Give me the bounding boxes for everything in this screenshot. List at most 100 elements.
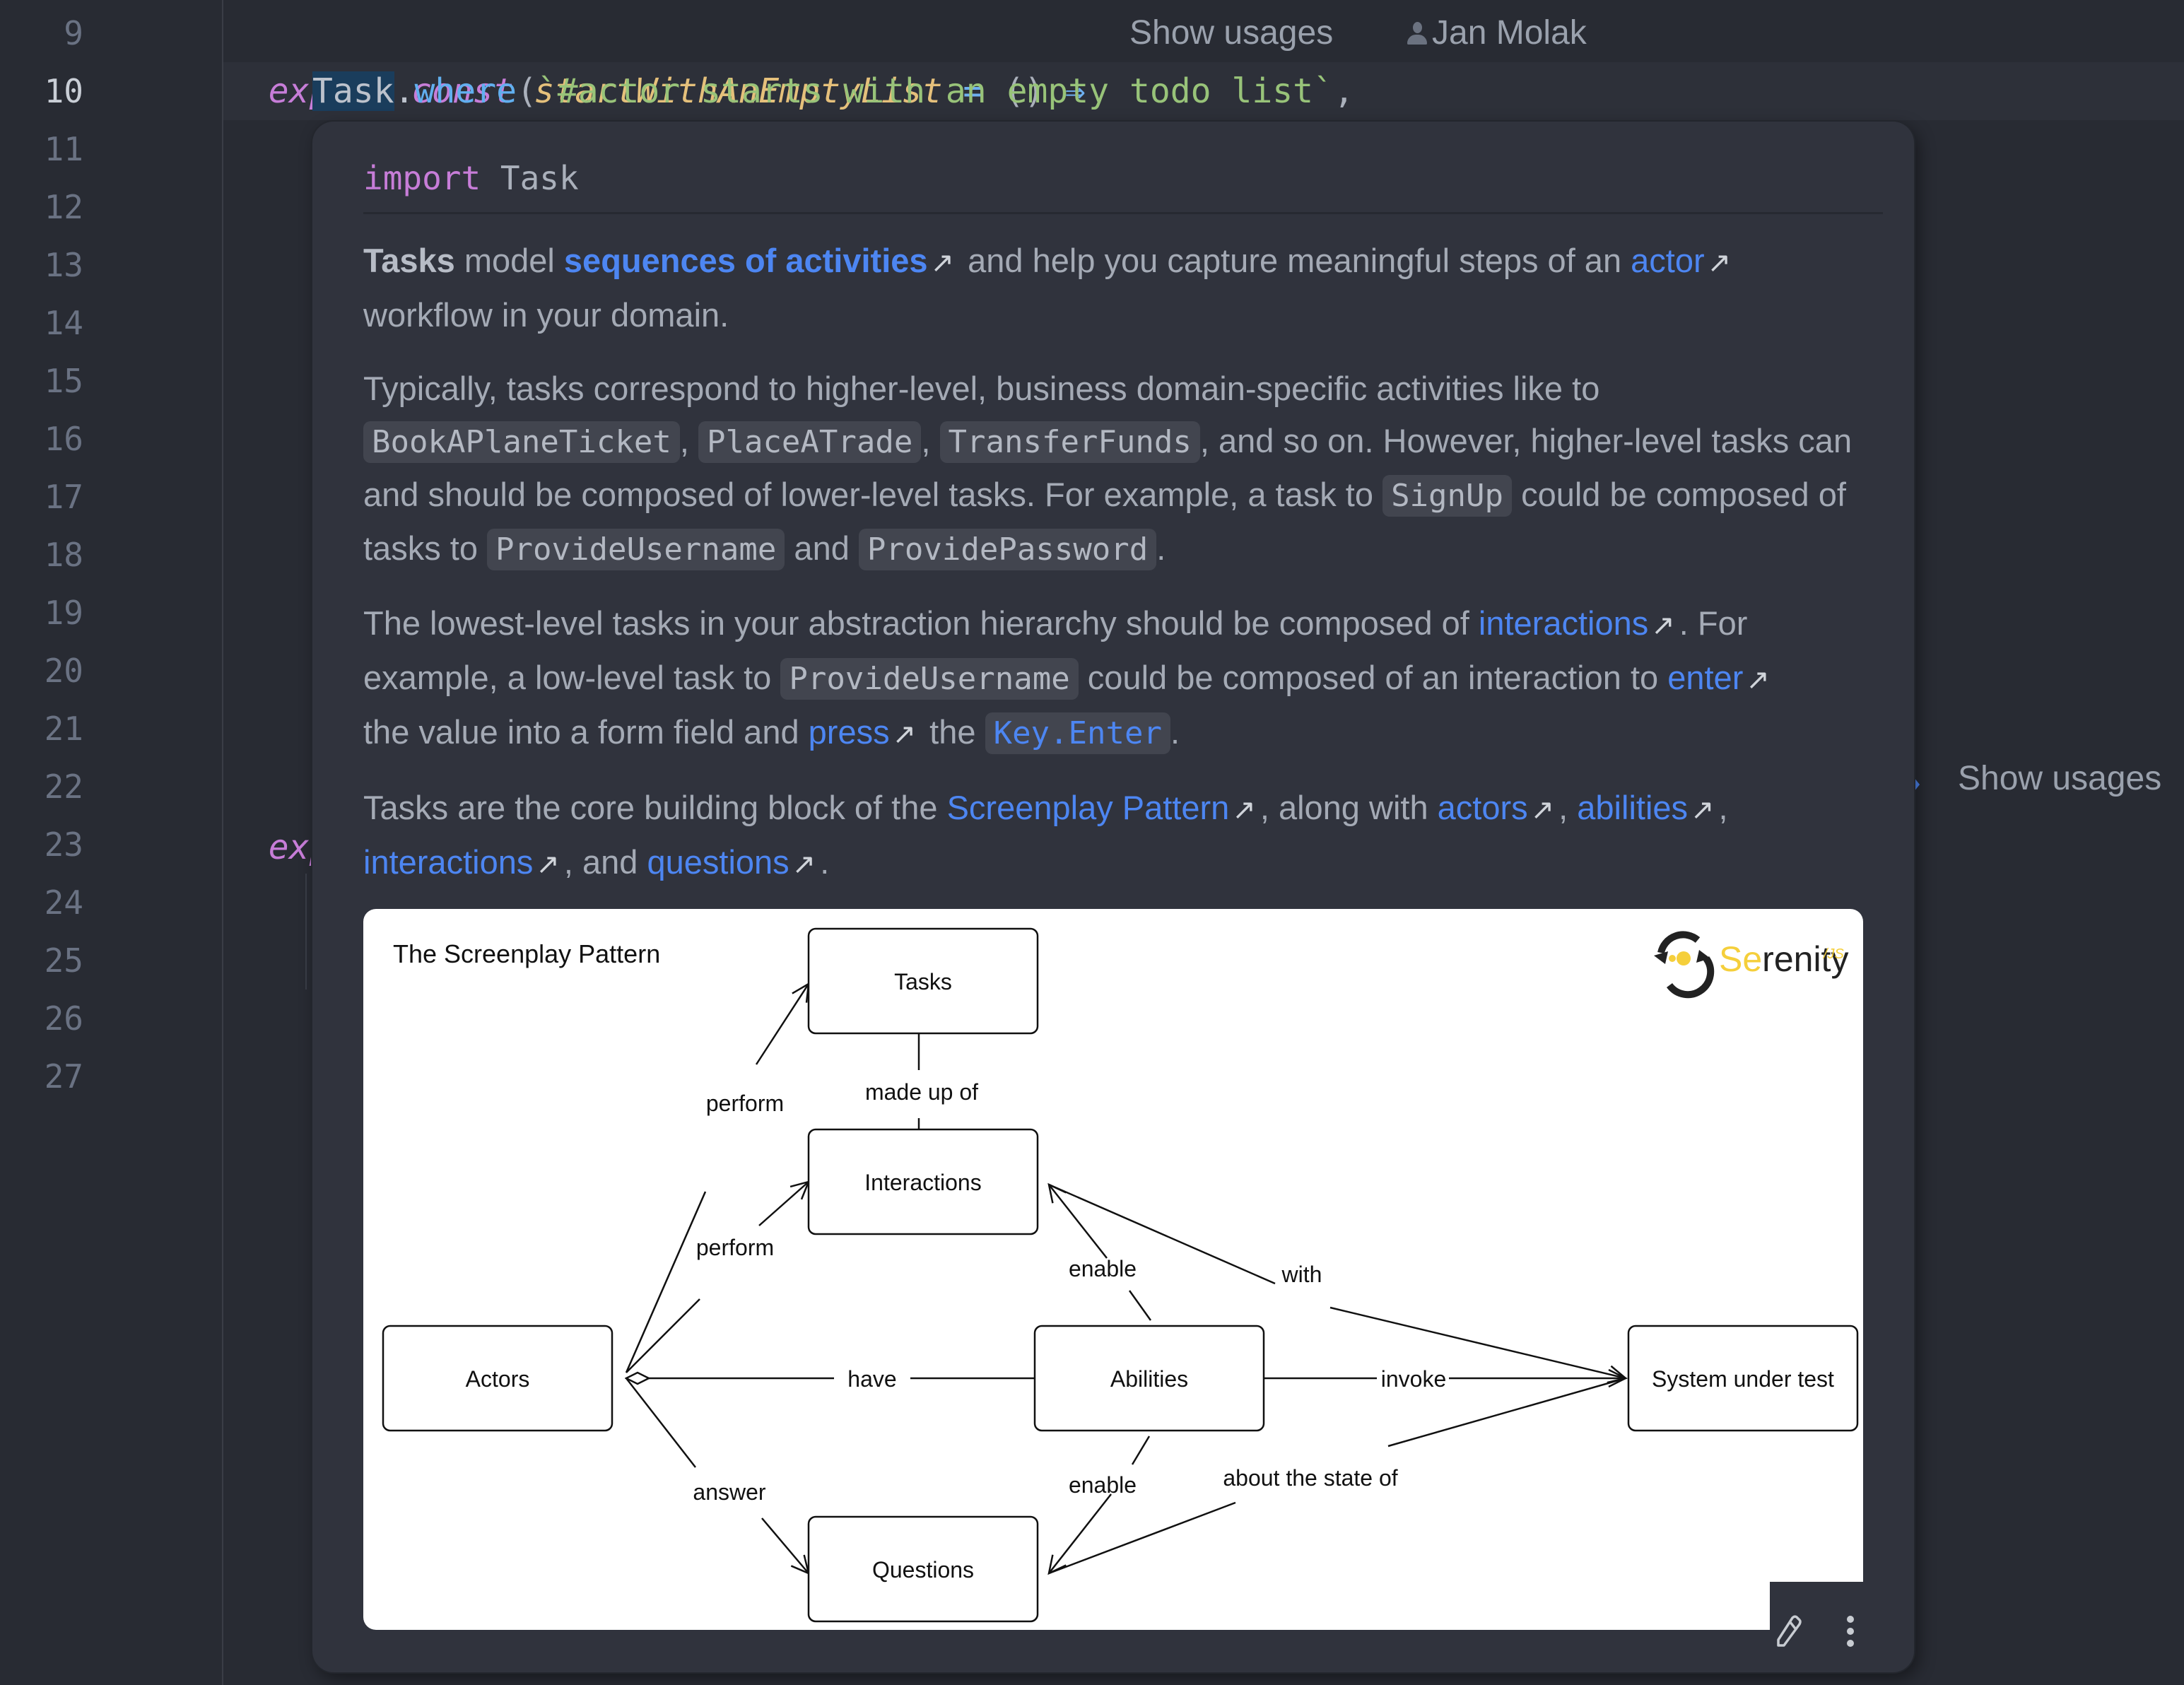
code-line-9[interactable]: export const startWithAnEmptyList = () ⇒ [228, 4, 1086, 111]
node-label-actors: Actors [466, 1366, 530, 1392]
edge-label-made-up-of: made up of [865, 1079, 978, 1105]
selected-identifier[interactable]: Task [312, 71, 394, 111]
line-number: 21 [44, 710, 83, 748]
serenity-logo: Serenity /JS [1654, 931, 1848, 999]
link-questions[interactable]: questions [647, 843, 789, 881]
edit-button[interactable] [1767, 1610, 1809, 1652]
indent-guide [305, 874, 307, 990]
link-sequences-of-activities[interactable]: sequences of activities [564, 242, 928, 279]
line-number: 20 [44, 652, 83, 690]
show-usages-inlay-22[interactable]: Show usages [1958, 759, 2161, 798]
more-vertical-icon [1847, 1616, 1854, 1647]
node-label-sut: System under test [1652, 1366, 1834, 1392]
line-number: 14 [44, 304, 83, 342]
bold-term: Tasks [363, 242, 455, 279]
paragraph-1: Tasks model sequences of activities ↗ and… [363, 235, 1876, 341]
line-number: 9 [64, 14, 83, 52]
person-icon [1407, 20, 1428, 49]
code-provideusername: ProvideUsername [780, 658, 1079, 700]
link-press[interactable]: press [809, 713, 890, 751]
diagram-title: The Screenplay Pattern [393, 939, 660, 968]
link-screenplay-pattern[interactable]: Screenplay Pattern [947, 789, 1230, 826]
documentation-popup[interactable]: import Task Tasks model sequences of act… [312, 122, 1914, 1672]
edge-label-perform-interactions: perform [696, 1235, 774, 1260]
line-number: 11 [44, 130, 83, 168]
more-options-button[interactable] [1829, 1610, 1872, 1652]
author-name: Jan Molak [1432, 14, 1587, 52]
diagram-edge-labels: perform made up of perform enable with h… [693, 1079, 1446, 1505]
paragraph-4: Tasks are the core building block of the… [363, 782, 1876, 891]
method-name: where [414, 71, 517, 111]
documentation-body: Tasks model sequences of activities ↗ and… [363, 235, 1876, 912]
line-number-gutter: 9 10 11 12 13 14 15 16 17 18 19 20 21 22 23 24 25 26 27 [0, 0, 223, 1685]
link-abilities[interactable]: abilities [1577, 789, 1688, 826]
text: , [679, 422, 698, 459]
string-literal: `#actor starts with an empty todo list` [536, 71, 1334, 111]
external-link-icon: ↗ [1530, 794, 1555, 826]
line-number: 22 [44, 768, 83, 806]
edge-label-have: have [847, 1366, 896, 1392]
edge-interactions-with-lower [1329, 1306, 1628, 1384]
text: . [820, 843, 830, 881]
code-providepassword: ProvidePassword [858, 529, 1157, 570]
line-number: 17 [44, 478, 83, 516]
open-paren: ( [517, 71, 537, 111]
edge-abilities-enable-q-upper [1131, 1436, 1151, 1465]
edge-label-perform-tasks: perform [706, 1091, 784, 1116]
edge-label-enable-interactions: enable [1069, 1256, 1137, 1281]
line-number: 18 [44, 536, 83, 574]
line-number: 13 [44, 246, 83, 284]
link-interactions[interactable]: interactions [1479, 604, 1648, 642]
line-number: 19 [44, 594, 83, 632]
text: , [1558, 789, 1578, 826]
import-name: Task [500, 159, 579, 197]
text: could be composed of an interaction to [1078, 659, 1668, 696]
external-link-icon: ↗ [1746, 664, 1770, 695]
import-keyword: import [363, 159, 481, 197]
link-actor[interactable]: actor [1631, 242, 1705, 279]
text: and help you capture meaningful steps of… [958, 242, 1631, 279]
edge-answer-questions [761, 1517, 810, 1575]
line-number: 24 [44, 883, 83, 922]
dot: . [394, 71, 415, 111]
popup-signature: import Task [363, 143, 579, 213]
serenity-logo-icon [1654, 931, 1715, 999]
paragraph-3: The lowest-level tasks in your abstracti… [363, 597, 1876, 761]
code-bookaplaneticket: BookAPlaneTicket [363, 421, 680, 463]
line-number: 26 [44, 999, 83, 1038]
chevron-right-icon [1914, 777, 1920, 792]
text: Typically, tasks correspond to higher-le… [363, 370, 1600, 407]
external-link-icon: ↗ [1707, 247, 1732, 278]
edge-actors-answer [626, 1378, 696, 1468]
node-label-questions: Questions [872, 1557, 974, 1583]
link-interactions[interactable]: interactions [363, 843, 533, 881]
text: the [920, 713, 985, 751]
author-inlay[interactable]: Jan Molak [1407, 4, 1587, 62]
line-number: 10 [44, 72, 83, 110]
text: , [1718, 789, 1728, 826]
edge-actors-interactions-lower [626, 1298, 700, 1373]
edge-label-answer: answer [693, 1479, 766, 1505]
edge-label-invoke: invoke [1381, 1366, 1447, 1392]
edge-abilities-enable-upper [1047, 1182, 1108, 1259]
link-enter[interactable]: enter [1667, 659, 1743, 696]
node-label-interactions: Interactions [864, 1170, 981, 1195]
show-usages-label: Show usages [1958, 760, 2162, 797]
text: . [1170, 713, 1180, 751]
link-actors[interactable]: actors [1438, 789, 1528, 826]
line-number: 23 [44, 826, 83, 864]
text: and [785, 529, 859, 567]
code-line-10[interactable]: Task.where(`#actor starts with an empty … [312, 62, 1354, 120]
code-link-key-enter[interactable]: Key.Enter [985, 712, 1170, 754]
line-number: 15 [44, 362, 83, 400]
edge-actors-tasks-upper [755, 982, 810, 1065]
text: model [454, 242, 564, 279]
show-usages-inlay[interactable]: Show usages [1129, 4, 1333, 62]
screenplay-pattern-diagram: The Screenplay Pattern Serenity /JS Task… [363, 909, 1863, 1630]
edge-actors-tasks-lower [625, 1191, 707, 1373]
edge-label-about-state: about the state of [1223, 1465, 1397, 1491]
code-placeatrade: PlaceATrade [698, 421, 922, 463]
line-number: 27 [44, 1057, 83, 1096]
show-usages-label: Show usages [1129, 14, 1334, 52]
node-label-abilities: Abilities [1110, 1366, 1188, 1392]
